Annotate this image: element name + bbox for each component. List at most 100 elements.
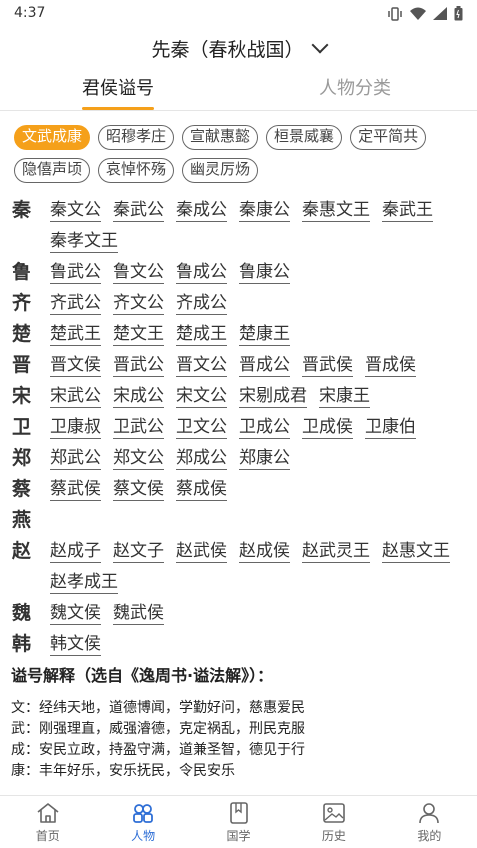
signal-icon [433,7,447,20]
nav-people[interactable]: 人物 [95,796,190,848]
ruler-link[interactable]: 鲁康公 [239,260,290,284]
nav-guoxue[interactable]: 国学 [191,796,286,848]
state-row-cai: 蔡 蔡武侯 蔡文侯 蔡成侯 [10,474,470,505]
state-row-jin: 晋 晋文侯 晋武公 晋文公 晋成公 晋武侯 晋成侯 [10,350,470,381]
nav-label: 我的 [417,829,442,843]
ruler-list: 魏文侯 魏武侯 [50,598,465,629]
ruler-link[interactable]: 赵成侯 [239,539,290,563]
ruler-link[interactable]: 秦惠文王 [302,198,370,222]
ruler-link[interactable]: 楚文王 [113,322,164,346]
ruler-link[interactable]: 鲁文公 [113,260,164,284]
chevron-down-icon [311,36,328,54]
ruler-link[interactable]: 卫成公 [239,415,290,439]
ruler-link[interactable]: 宋武公 [50,384,101,408]
tab-label: 君侯谥号 [82,78,154,99]
ruler-link[interactable]: 宋剔成君 [239,384,307,408]
ruler-list: 晋文侯 晋武公 晋文公 晋成公 晋武侯 晋成侯 [50,350,465,381]
ruler-link[interactable]: 卫康叔 [50,415,101,439]
nav-history[interactable]: 历史 [286,796,381,848]
battery-icon [454,6,463,21]
explanation-section: 谥号解释（选自《逸周书·谥法解》）： 文：经纬天地，道德博闻，学勤好问，慈惠爱民… [11,662,471,782]
ruler-link[interactable]: 卫康伯 [365,415,416,439]
tab-label: 人物分类 [319,78,391,99]
ruler-link[interactable]: 晋武公 [113,353,164,377]
chip-aidaohuaishang[interactable]: 哀悼怀殇 [98,158,175,183]
era-title: 先秦（春秋战国） [151,38,304,61]
ruler-link[interactable]: 赵文子 [113,539,164,563]
ruler-link[interactable]: 秦文公 [50,198,101,222]
ruler-link[interactable]: 齐武公 [50,291,101,315]
ruler-link[interactable]: 秦武公 [113,198,164,222]
ruler-link[interactable]: 秦康公 [239,198,290,222]
ruler-link[interactable]: 赵武侯 [176,539,227,563]
ruler-list: 卫康叔 卫武公 卫文公 卫成公 卫成侯 卫康伯 [50,412,465,443]
ruler-list: 楚武王 楚文王 楚成王 楚康王 [50,319,465,350]
state-list: 秦 秦文公 秦武公 秦成公 秦康公 秦惠文王 秦武王 秦孝文王 鲁 鲁武公 鲁文… [10,195,470,660]
chip-zhaomuxiaozhuang[interactable]: 昭穆孝庄 [98,125,175,150]
ruler-link[interactable]: 晋成侯 [365,353,416,377]
ruler-link[interactable]: 秦武王 [382,198,433,222]
chip-xuanxianhuiyi[interactable]: 宣献惠懿 [182,125,259,150]
ruler-link[interactable]: 赵孝成王 [50,570,118,594]
tab-person-categories[interactable]: 人物分类 [319,74,391,110]
ruler-link[interactable]: 晋成公 [239,353,290,377]
ruler-link[interactable]: 齐文公 [113,291,164,315]
ruler-link[interactable]: 鲁成公 [176,260,227,284]
ruler-link[interactable]: 齐成公 [176,291,227,315]
ruler-link[interactable]: 郑成公 [176,446,227,470]
explanation-title: 谥号解释（选自《逸周书·谥法解》）： [11,666,274,685]
state-name: 燕 [12,509,32,531]
ruler-link[interactable]: 宋康王 [319,384,370,408]
nav-me[interactable]: 我的 [382,796,477,848]
ruler-link[interactable]: 宋文公 [176,384,227,408]
ruler-link[interactable]: 鲁武公 [50,260,101,284]
chip-wenwuchengkang[interactable]: 文武成康 [14,125,91,150]
ruler-link[interactable]: 赵成子 [50,539,101,563]
image-icon [323,803,345,823]
chip-dingpingjiangong[interactable]: 定平简共 [350,125,427,150]
ruler-link[interactable]: 楚武王 [50,322,101,346]
ruler-link[interactable]: 蔡文侯 [113,477,164,501]
state-row-song: 宋 宋武公 宋成公 宋文公 宋剔成君 宋康王 [10,381,470,412]
ruler-link[interactable]: 楚成王 [176,322,227,346]
ruler-link[interactable]: 晋武侯 [302,353,353,377]
ruler-link[interactable]: 宋成公 [113,384,164,408]
divider [0,110,477,111]
status-time: 4:37 [14,5,46,21]
vibrate-icon [388,6,402,21]
ruler-link[interactable]: 卫成侯 [302,415,353,439]
chip-huanjingweixiang[interactable]: 桓景威襄 [266,125,343,150]
ruler-link[interactable]: 韩文侯 [50,632,101,656]
wifi-icon [410,7,426,20]
ruler-link[interactable]: 魏文侯 [50,601,101,625]
ruler-link[interactable]: 郑文公 [113,446,164,470]
ruler-link[interactable]: 晋文侯 [50,353,101,377]
chip-yinxishengqing[interactable]: 隐僖声顷 [14,158,91,183]
ruler-link[interactable]: 郑武公 [50,446,101,470]
nav-label: 首页 [35,829,60,843]
state-row-chu: 楚 楚武王 楚文王 楚成王 楚康王 [10,319,470,350]
person-icon [419,803,440,824]
state-name: 韩 [12,633,32,655]
ruler-link[interactable]: 楚康王 [239,322,290,346]
nav-home[interactable]: 首页 [0,796,95,848]
ruler-link[interactable]: 秦孝文王 [50,229,118,253]
ruler-link[interactable]: 蔡成侯 [176,477,227,501]
ruler-link[interactable]: 赵惠文王 [382,539,450,563]
ruler-link[interactable]: 郑康公 [239,446,290,470]
chip-youlingliyang[interactable]: 幽灵厉炀 [182,158,259,183]
ruler-link[interactable]: 蔡武侯 [50,477,101,501]
era-selector[interactable]: 先秦（春秋战国） [0,33,477,63]
state-row-zhao: 赵 赵成子 赵文子 赵武侯 赵成侯 赵武灵王 赵惠文王 赵孝成王 [10,536,470,598]
ruler-list: 鲁武公 鲁文公 鲁成公 鲁康公 [50,257,465,288]
ruler-link[interactable]: 魏武侯 [113,601,164,625]
ruler-link[interactable]: 卫武公 [113,415,164,439]
state-name: 晋 [12,354,32,376]
ruler-link[interactable]: 赵武灵王 [302,539,370,563]
people-icon [133,804,154,823]
ruler-link[interactable]: 晋文公 [176,353,227,377]
state-name: 魏 [12,602,32,624]
ruler-link[interactable]: 卫文公 [176,415,227,439]
ruler-link[interactable]: 秦成公 [176,198,227,222]
tab-posthumous-titles[interactable]: 君侯谥号 [82,74,154,110]
